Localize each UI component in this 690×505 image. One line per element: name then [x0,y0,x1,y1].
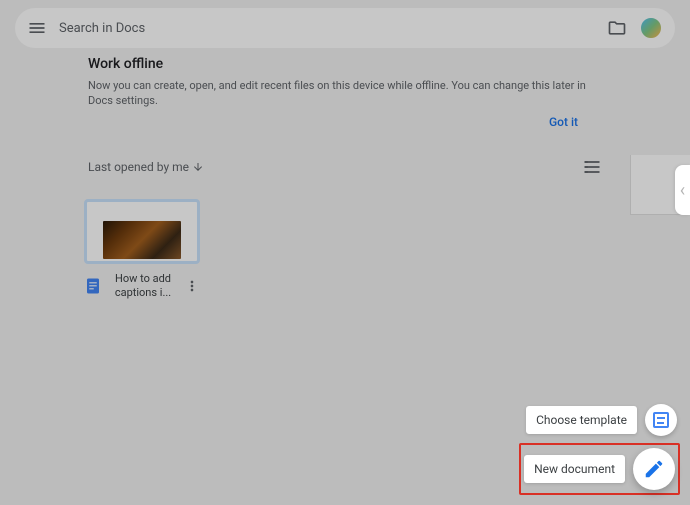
thumbnail-image [103,221,181,259]
template-icon [653,412,669,428]
banner-body: Now you can create, open, and edit recen… [88,78,602,109]
new-document-button[interactable] [633,448,675,490]
banner-action[interactable]: Got it [88,109,602,129]
side-tab-handle[interactable]: ‹ [675,165,690,215]
more-icon[interactable] [184,278,200,294]
docs-icon [84,277,102,295]
document-info-row: How to add captions i... [84,272,200,301]
avatar[interactable] [639,16,663,40]
chevron-left-icon: ‹ [680,180,685,201]
list-view-icon[interactable] [582,157,602,177]
new-document-label[interactable]: New document [524,455,625,483]
document-title: How to add captions i... [108,272,178,301]
document-card[interactable]: How to add captions i... [84,199,200,301]
fab-menu: Choose template New document [519,401,680,495]
fab-new-doc-row: New document [519,443,680,495]
search-input[interactable]: Search in Docs [47,21,607,36]
choose-template-label[interactable]: Choose template [526,406,637,434]
sort-row: Last opened by me [88,157,602,177]
header-bar: Search in Docs [15,8,675,48]
sort-label-text: Last opened by me [88,160,189,174]
banner-title: Work offline [88,56,602,72]
edit-icon [643,458,665,480]
sort-dropdown[interactable]: Last opened by me [88,160,582,174]
menu-icon[interactable] [27,18,47,38]
document-thumbnail [84,199,200,264]
offline-banner: Work offline Now you can create, open, a… [88,56,602,129]
arrow-down-icon [192,161,204,173]
choose-template-button[interactable] [645,404,677,436]
folder-icon[interactable] [607,18,627,38]
fab-template-row: Choose template [519,401,680,439]
main-content: Work offline Now you can create, open, a… [0,40,690,300]
